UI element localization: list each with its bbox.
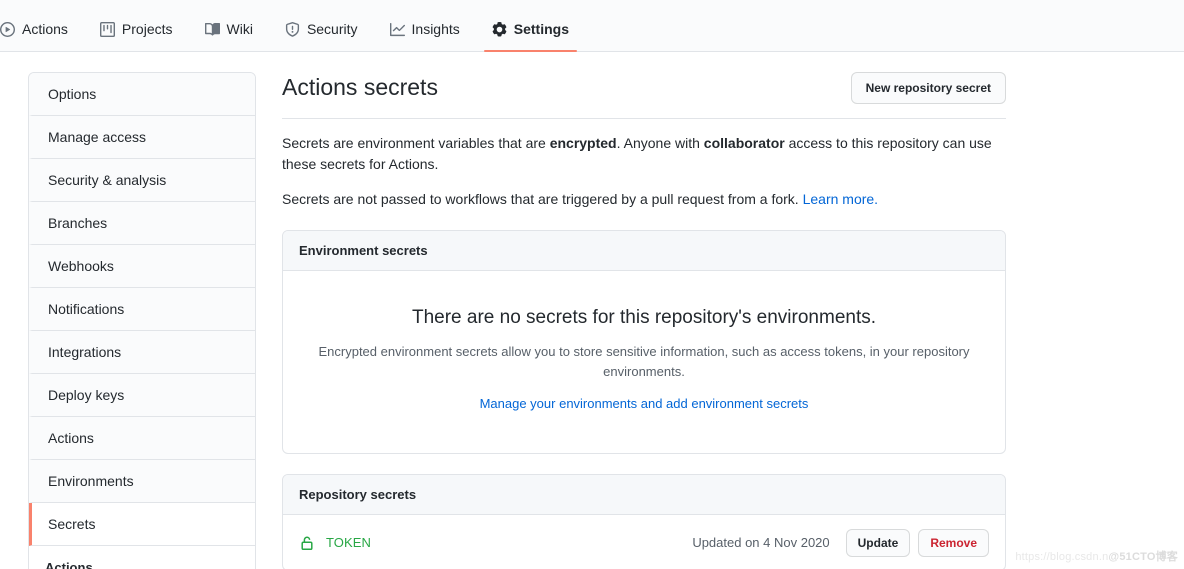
- remove-secret-button[interactable]: Remove: [918, 529, 989, 557]
- desc1-part1: Secrets are environment variables that a…: [282, 135, 550, 151]
- sidebar-item-actions[interactable]: Actions: [29, 417, 255, 460]
- sidebar-item-branches[interactable]: Branches: [29, 202, 255, 245]
- sidebar-item-label: Security & analysis: [48, 172, 166, 188]
- sidebar-item-webhooks[interactable]: Webhooks: [29, 245, 255, 288]
- nav-tab-label: Insights: [412, 21, 460, 37]
- sidebar-subsection-title: Actions: [45, 560, 239, 569]
- sidebar-item-security-analysis[interactable]: Security & analysis: [29, 159, 255, 202]
- table-row: TOKEN Updated on 4 Nov 2020 Update Remov…: [283, 515, 1005, 569]
- repo-nav: Actions Projects Wiki Security Insights: [0, 0, 1184, 52]
- gear-icon: [492, 22, 507, 37]
- manage-environments-link[interactable]: Manage your environments and add environ…: [480, 396, 809, 411]
- nav-tab-label: Security: [307, 21, 358, 37]
- sidebar-subsection: Actions Codespaces Dependabot: [29, 546, 255, 569]
- sidebar-item-label: Options: [48, 86, 96, 102]
- shield-icon: [285, 22, 300, 37]
- environment-secrets-empty-state: There are no secrets for this repository…: [283, 271, 1005, 453]
- watermark-brand: @51CTO博客: [1108, 551, 1178, 563]
- main-content: Actions secrets New repository secret Se…: [256, 72, 1184, 569]
- empty-state-title: There are no secrets for this repository…: [303, 305, 985, 331]
- nav-tab-label: Wiki: [227, 21, 253, 37]
- nav-tab-wiki[interactable]: Wiki: [189, 0, 269, 51]
- sidebar-item-label: Manage access: [48, 129, 146, 145]
- sidebar-item-label: Notifications: [48, 301, 124, 317]
- desc2-text: Secrets are not passed to workflows that…: [282, 191, 803, 207]
- nav-tab-insights[interactable]: Insights: [374, 0, 476, 51]
- sidebar-item-label: Webhooks: [48, 258, 114, 274]
- settings-sidebar: Options Manage access Security & analysi…: [28, 72, 256, 569]
- nav-tab-label: Settings: [514, 21, 569, 37]
- sidebar-item-integrations[interactable]: Integrations: [29, 331, 255, 374]
- repo-nav-list: Actions Projects Wiki Security Insights: [0, 0, 585, 51]
- secret-actions: Update Remove: [846, 529, 989, 557]
- nav-tab-security[interactable]: Security: [269, 0, 374, 51]
- secret-name-link[interactable]: TOKEN: [326, 535, 371, 550]
- page-body: Options Manage access Security & analysi…: [0, 52, 1184, 569]
- watermark-url: https://blog.csdn.n: [1015, 551, 1108, 563]
- book-icon: [205, 22, 220, 37]
- sidebar-item-options[interactable]: Options: [29, 73, 255, 116]
- watermark: https://blog.csdn.n@51CTO博客: [1015, 548, 1178, 564]
- nav-tab-label: Projects: [122, 21, 173, 37]
- desc1-bold-encrypted: encrypted: [550, 135, 617, 151]
- nav-tab-settings[interactable]: Settings: [476, 0, 585, 51]
- sidebar-item-label: Secrets: [48, 516, 95, 532]
- sidebar-item-label: Integrations: [48, 344, 121, 360]
- repository-secrets-box: Repository secrets TOKEN Updated on 4 No…: [282, 474, 1006, 569]
- graph-icon: [390, 22, 405, 37]
- sidebar-item-label: Environments: [48, 473, 134, 489]
- nav-tab-actions[interactable]: Actions: [0, 0, 84, 51]
- nav-tab-projects[interactable]: Projects: [84, 0, 189, 51]
- secrets-description-1: Secrets are environment variables that a…: [282, 133, 1006, 175]
- secrets-description-2: Secrets are not passed to workflows that…: [282, 189, 1006, 210]
- sidebar-item-label: Deploy keys: [48, 387, 124, 403]
- sidebar-item-environments[interactable]: Environments: [29, 460, 255, 503]
- secret-identity: TOKEN: [299, 535, 692, 551]
- environment-secrets-header: Environment secrets: [283, 231, 1005, 271]
- empty-state-text: Encrypted environment secrets allow you …: [303, 342, 985, 382]
- page-title: Actions secrets: [282, 72, 438, 102]
- sidebar-item-deploy-keys[interactable]: Deploy keys: [29, 374, 255, 417]
- repository-secrets-header: Repository secrets: [283, 475, 1005, 515]
- update-secret-button[interactable]: Update: [846, 529, 911, 557]
- sidebar-item-secrets[interactable]: Secrets: [29, 503, 255, 546]
- play-circle-icon: [0, 22, 15, 37]
- project-board-icon: [100, 22, 115, 37]
- environment-secrets-box: Environment secrets There are no secrets…: [282, 230, 1006, 454]
- learn-more-link[interactable]: Learn more.: [803, 191, 878, 207]
- nav-tab-label: Actions: [22, 21, 68, 37]
- key-icon: [299, 535, 315, 551]
- new-repository-secret-button[interactable]: New repository secret: [851, 72, 1006, 104]
- desc1-part2: . Anyone with: [617, 135, 704, 151]
- secret-updated-text: Updated on 4 Nov 2020: [692, 535, 829, 550]
- sidebar-item-manage-access[interactable]: Manage access: [29, 116, 255, 159]
- main-header: Actions secrets New repository secret: [282, 72, 1006, 119]
- sidebar-item-notifications[interactable]: Notifications: [29, 288, 255, 331]
- sidebar-item-label: Branches: [48, 215, 107, 231]
- sidebar-item-label: Actions: [48, 430, 94, 446]
- desc1-bold-collaborator: collaborator: [704, 135, 785, 151]
